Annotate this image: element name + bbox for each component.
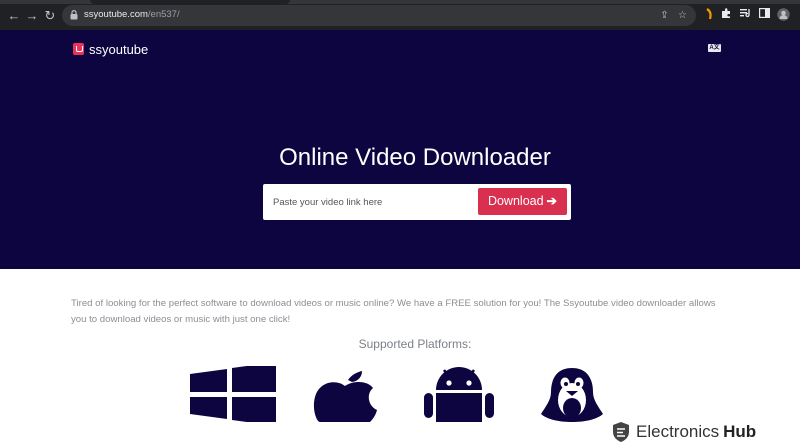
language-switch-icon[interactable]: A文 — [708, 44, 721, 52]
address-bar[interactable]: ssyoutube.com/en537/ ⇪ ☆ — [62, 5, 696, 26]
browser-toolbar: ← → ↻ ssyoutube.com/en537/ ⇪ ☆ — [0, 0, 800, 30]
platforms-heading: Supported Platforms: — [358, 337, 472, 351]
apple-icon — [313, 371, 377, 422]
share-icon[interactable]: ⇪ — [658, 9, 671, 22]
brand-name: ssyoutube — [89, 41, 149, 57]
page-title: Online Video Downloader — [279, 144, 551, 171]
watermark-text-main: Electronics — [636, 422, 720, 441]
linux-icon — [541, 368, 603, 422]
hero-section: ssyoutube A文 Online Video Downloader Dow… — [0, 30, 800, 269]
brand-link[interactable]: ssyoutube — [73, 41, 148, 57]
watermark-text-bold: Hub — [723, 422, 757, 441]
url-path: /en537/ — [147, 9, 180, 20]
active-tab[interactable] — [90, 0, 290, 4]
download-form: Download➔ — [263, 184, 571, 220]
sidebar-icon[interactable] — [757, 8, 771, 22]
profile-icon[interactable] — [776, 8, 790, 22]
lock-icon[interactable] — [70, 10, 78, 20]
bookmark-star-icon[interactable]: ☆ — [676, 9, 689, 22]
download-label: Download — [487, 194, 544, 208]
ssyoutube-logo-icon — [73, 43, 84, 55]
video-link-input[interactable] — [267, 188, 473, 216]
puzzle-icon[interactable] — [719, 8, 733, 22]
android-icon — [424, 367, 494, 422]
media-icon[interactable] — [738, 8, 752, 22]
watermark-text: Electronics Hub — [636, 422, 756, 442]
intro-description: Tired of looking for the perfect softwar… — [71, 298, 716, 325]
extension-icon[interactable] — [702, 8, 716, 22]
electronics-hub-watermark: Electronics Hub — [612, 420, 756, 444]
shield-logo-icon — [613, 422, 629, 442]
tab-strip — [0, 0, 800, 4]
reload-icon[interactable]: ↻ — [42, 8, 58, 24]
forward-icon[interactable]: → — [24, 8, 40, 24]
arrow-right-icon: ➔ — [546, 194, 558, 208]
download-button[interactable]: Download ➔ — [478, 188, 567, 215]
windows-icon — [190, 366, 276, 422]
back-icon[interactable]: ← — [6, 8, 22, 24]
url-text[interactable]: ssyoutube.com/en537/ — [84, 9, 180, 20]
url-domain: ssyoutube.com — [84, 9, 148, 20]
